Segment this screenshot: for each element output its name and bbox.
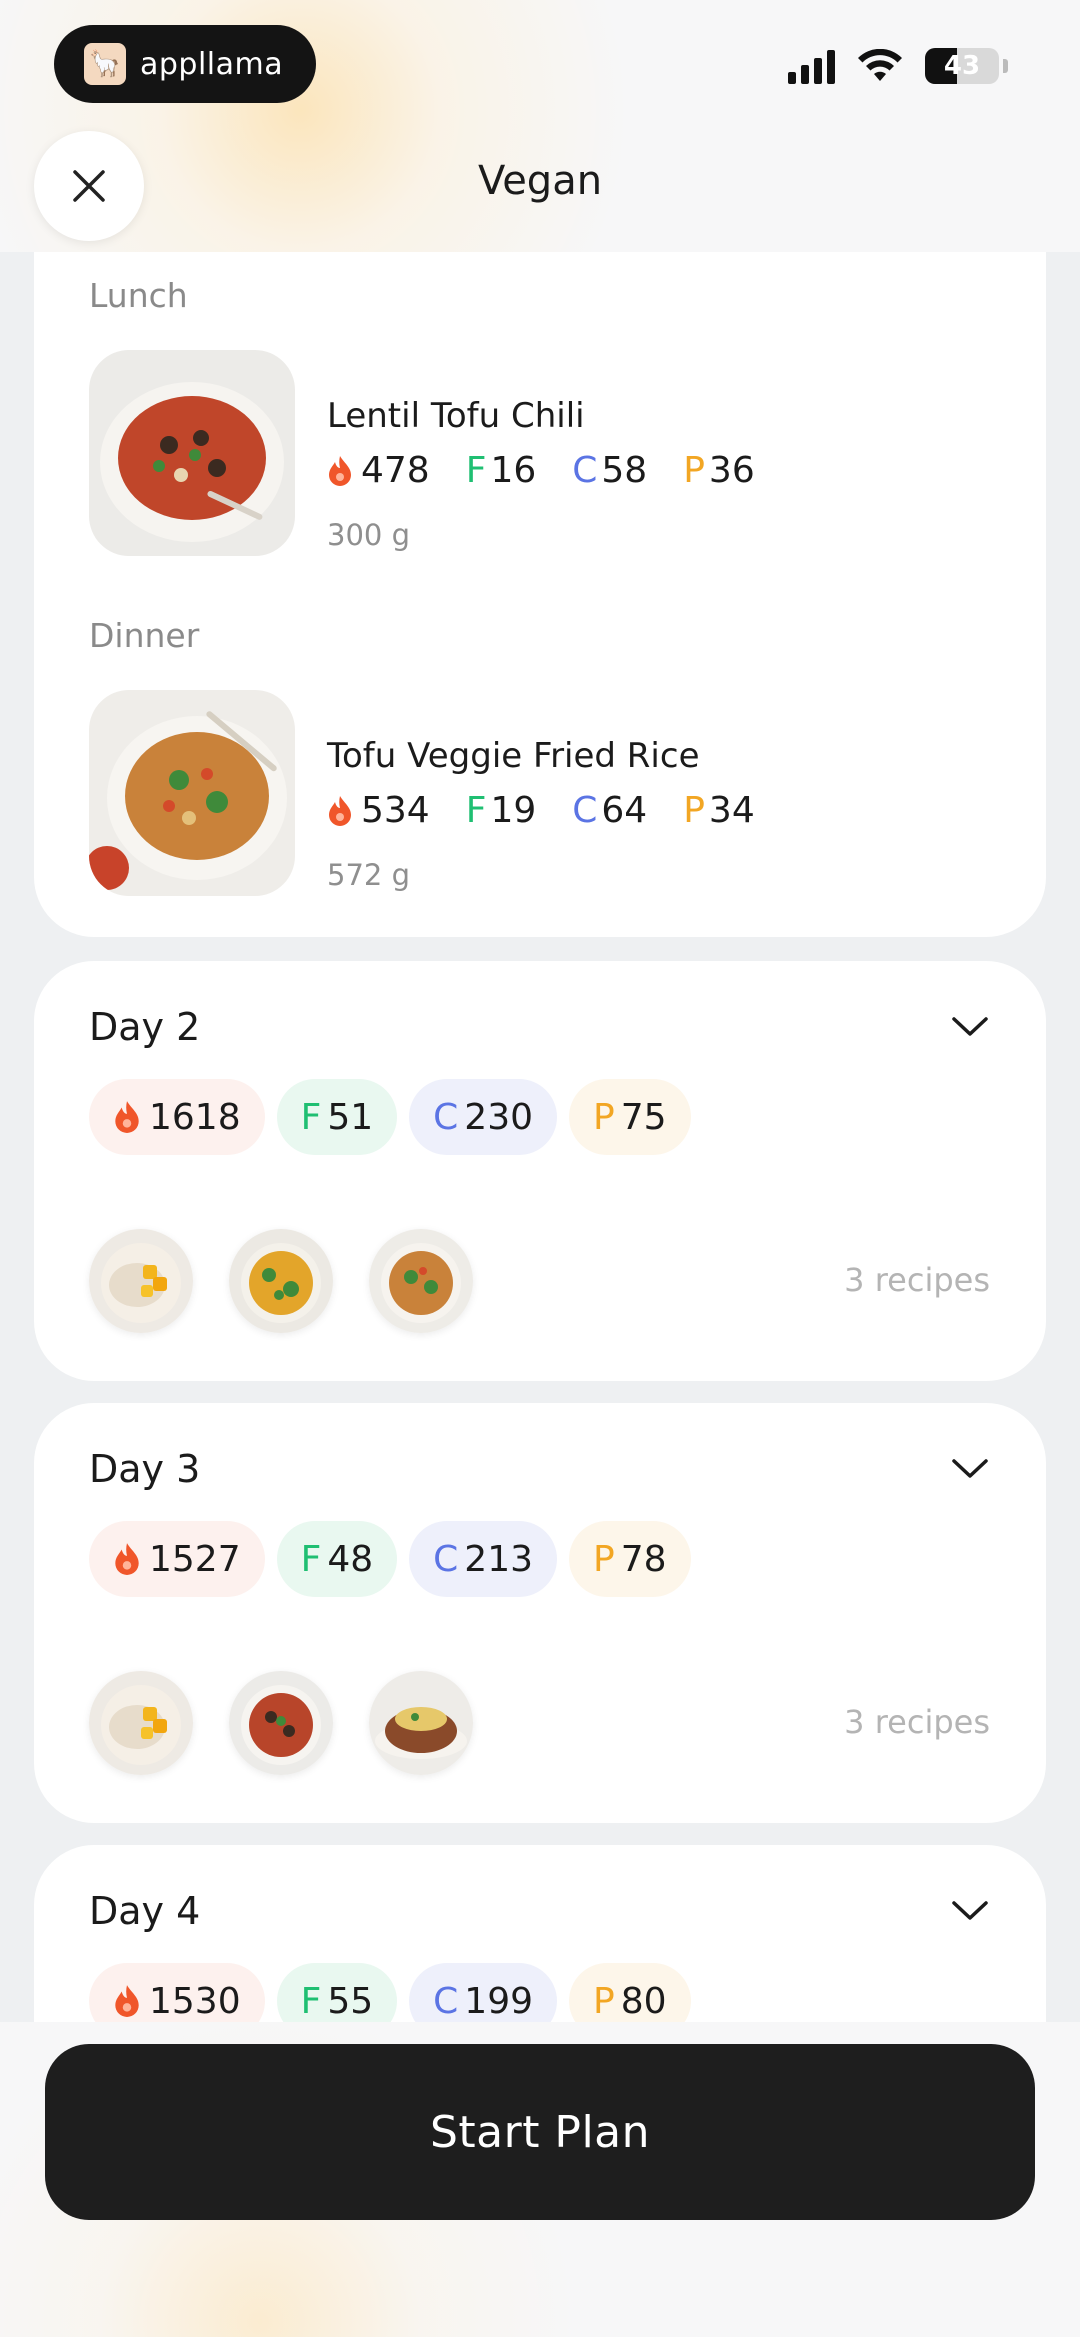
day-card-3[interactable]: Day 3 1527 F 48 C 213 P 78 3 recipes bbox=[34, 1403, 1046, 1823]
carbs-chip: C 230 bbox=[409, 1079, 558, 1155]
kcal-chip: 1618 bbox=[89, 1079, 265, 1155]
meal-kcal: 534 bbox=[361, 790, 430, 831]
day-carbs: 199 bbox=[464, 1980, 534, 2022]
day-card-2[interactable]: Day 2 1618 F 51 C 230 P 75 3 recipes bbox=[34, 961, 1046, 1381]
day-card: Lunch Lentil Tofu Chili 478 F 16 C 58 P 36 … bbox=[34, 252, 1046, 937]
meal-image-lentil-tofu-chili[interactable] bbox=[89, 350, 295, 556]
flame-icon bbox=[329, 795, 351, 826]
plan-scroll-area[interactable]: Lunch Lentil Tofu Chili 478 F 16 C 58 P 36 … bbox=[0, 252, 1080, 2022]
signal-icon bbox=[788, 48, 835, 84]
day-macros: 1527 F 48 C 213 P 78 bbox=[89, 1521, 691, 1597]
day-carbs: 213 bbox=[464, 1538, 534, 1580]
recipe-thumbnails bbox=[89, 1671, 473, 1775]
app-name: appllama bbox=[140, 46, 284, 82]
chevron-down-icon[interactable] bbox=[950, 1895, 990, 1925]
kcal-chip: 1530 bbox=[89, 1963, 265, 2022]
battery-percent: 43 bbox=[943, 51, 981, 81]
meal-name[interactable]: Lentil Tofu Chili bbox=[327, 396, 585, 436]
day-kcal: 1618 bbox=[149, 1096, 241, 1138]
recipe-thumbnail[interactable] bbox=[229, 1229, 333, 1333]
day-title: Day 3 bbox=[89, 1447, 201, 1491]
protein-letter: P bbox=[683, 790, 705, 831]
day-protein: 75 bbox=[620, 1096, 667, 1138]
carbs-letter: C bbox=[433, 1096, 459, 1138]
day-fat: 51 bbox=[327, 1096, 374, 1138]
protein-chip: P 80 bbox=[569, 1963, 691, 2022]
kcal-chip: 1527 bbox=[89, 1521, 265, 1597]
day-kcal: 1530 bbox=[149, 1980, 241, 2022]
flame-icon bbox=[115, 1101, 139, 1133]
meal-macros: 534 F 19 C 64 P 34 bbox=[327, 790, 791, 831]
meal-carbs: 58 bbox=[601, 450, 648, 491]
protein-letter: P bbox=[593, 1096, 615, 1138]
day-card-4[interactable]: Day 4 1530 F 55 C 199 P 80 bbox=[34, 1845, 1046, 2022]
meal-kcal: 478 bbox=[361, 450, 430, 491]
recipe-thumbnail[interactable] bbox=[89, 1229, 193, 1333]
chevron-down-icon[interactable] bbox=[950, 1453, 990, 1483]
day-protein: 80 bbox=[620, 1980, 667, 2022]
carbs-chip: C 213 bbox=[409, 1521, 558, 1597]
day-title: Day 2 bbox=[89, 1005, 201, 1049]
flame-icon bbox=[115, 1543, 139, 1575]
meal-label: Dinner bbox=[89, 616, 200, 655]
app-badge: 🦙 appllama bbox=[54, 25, 316, 103]
protein-letter: P bbox=[593, 1538, 615, 1580]
day-title: Day 4 bbox=[89, 1889, 201, 1933]
carbs-letter: C bbox=[572, 790, 598, 831]
recipe-thumbnail[interactable] bbox=[369, 1229, 473, 1333]
recipes-count: 3 recipes bbox=[844, 1261, 990, 1299]
header: 🦙 appllama 43 Vegan bbox=[0, 0, 1080, 252]
meal-weight: 572 g bbox=[327, 858, 410, 892]
carbs-letter: C bbox=[433, 1980, 459, 2022]
carbs-letter: C bbox=[433, 1538, 459, 1580]
day-macros: 1618 F 51 C 230 P 75 bbox=[89, 1079, 691, 1155]
meal-fat: 16 bbox=[490, 450, 537, 491]
fat-letter: F bbox=[300, 1096, 322, 1138]
recipe-thumbnail[interactable] bbox=[229, 1671, 333, 1775]
meal-protein: 34 bbox=[708, 790, 755, 831]
protein-letter: P bbox=[683, 450, 705, 491]
day-fat: 48 bbox=[327, 1538, 374, 1580]
day-kcal: 1527 bbox=[149, 1538, 241, 1580]
fat-chip: F 48 bbox=[276, 1521, 398, 1597]
recipe-thumbnails bbox=[89, 1229, 473, 1333]
fat-letter: F bbox=[300, 1980, 322, 2022]
status-icons: 43 bbox=[788, 48, 1008, 84]
meal-fat: 19 bbox=[490, 790, 537, 831]
recipe-thumbnail[interactable] bbox=[369, 1671, 473, 1775]
battery-icon: 43 bbox=[925, 48, 999, 84]
day-fat: 55 bbox=[327, 1980, 374, 2022]
meal-label: Lunch bbox=[89, 276, 188, 315]
fat-letter: F bbox=[465, 450, 487, 491]
page-title: Vegan bbox=[477, 158, 603, 204]
meal-carbs: 64 bbox=[601, 790, 648, 831]
meal-weight: 300 g bbox=[327, 518, 410, 552]
meal-protein: 36 bbox=[708, 450, 755, 491]
protein-chip: P 75 bbox=[569, 1079, 691, 1155]
protein-chip: P 78 bbox=[569, 1521, 691, 1597]
meal-image-tofu-veggie-fried-rice[interactable] bbox=[89, 690, 295, 896]
llama-logo-icon: 🦙 bbox=[84, 43, 126, 85]
wifi-icon bbox=[858, 49, 902, 81]
bottom-bar: Start Plan bbox=[0, 2022, 1080, 2337]
fat-letter: F bbox=[300, 1538, 322, 1580]
protein-letter: P bbox=[593, 1980, 615, 2022]
fat-chip: F 51 bbox=[276, 1079, 398, 1155]
start-plan-button[interactable]: Start Plan bbox=[45, 2044, 1035, 2220]
fat-letter: F bbox=[465, 790, 487, 831]
recipe-thumbnail[interactable] bbox=[89, 1671, 193, 1775]
day-macros: 1530 F 55 C 199 P 80 bbox=[89, 1963, 691, 2022]
flame-icon bbox=[115, 1985, 139, 2017]
flame-icon bbox=[329, 455, 351, 486]
day-carbs: 230 bbox=[464, 1096, 534, 1138]
carbs-letter: C bbox=[572, 450, 598, 491]
meal-macros: 478 F 16 C 58 P 36 bbox=[327, 450, 791, 491]
day-protein: 78 bbox=[620, 1538, 667, 1580]
recipes-count: 3 recipes bbox=[844, 1703, 990, 1741]
meal-name[interactable]: Tofu Veggie Fried Rice bbox=[327, 736, 700, 776]
carbs-chip: C 199 bbox=[409, 1963, 558, 2022]
chevron-down-icon[interactable] bbox=[950, 1011, 990, 1041]
fat-chip: F 55 bbox=[276, 1963, 398, 2022]
